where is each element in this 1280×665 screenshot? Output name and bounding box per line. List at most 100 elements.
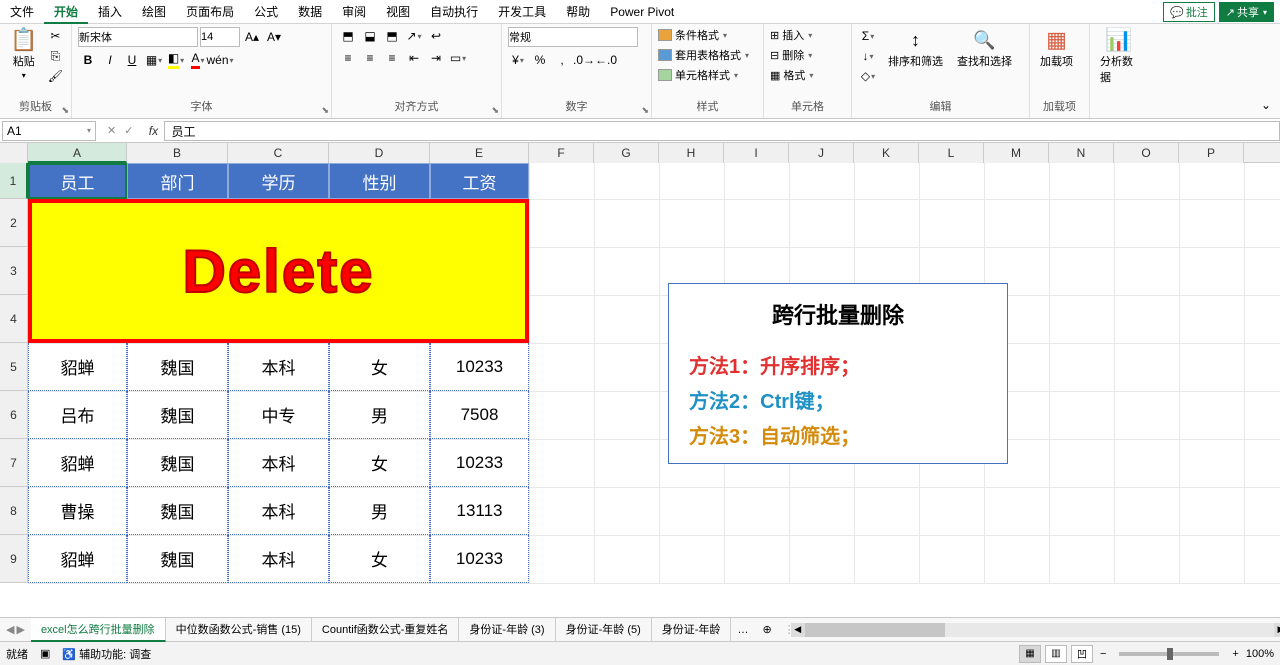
tab-formulas[interactable]: 公式 (244, 0, 288, 24)
increase-font-button[interactable]: A▴ (242, 28, 262, 46)
table-header-cell[interactable]: 部门 (127, 163, 228, 199)
align-top-button[interactable]: ⬒ (338, 27, 358, 45)
formula-input[interactable]: 员工 (164, 121, 1280, 141)
data-cell[interactable]: 貂蝉 (28, 343, 127, 391)
merge-cells-button[interactable]: ▭ (448, 49, 468, 67)
sheet-tab[interactable]: 中位数函数公式-销售 (15) (166, 618, 312, 642)
column-header-N[interactable]: N (1049, 143, 1114, 163)
column-header-B[interactable]: B (127, 143, 228, 163)
column-header-H[interactable]: H (659, 143, 724, 163)
data-cell[interactable]: 吕布 (28, 391, 127, 439)
tab-next-button[interactable]: ▶ (16, 623, 24, 636)
table-header-cell[interactable]: 员工 (28, 163, 127, 199)
align-center-button[interactable]: ≡ (360, 49, 380, 67)
tab-help[interactable]: 帮助 (556, 0, 600, 24)
format-cells-button[interactable]: ▦格式 (770, 67, 813, 83)
cut-button[interactable]: ✂ (45, 27, 65, 45)
tab-power-pivot[interactable]: Power Pivot (600, 0, 684, 24)
page-layout-view-button[interactable]: ▥ (1045, 645, 1067, 663)
page-break-view-button[interactable]: 凹 (1071, 645, 1093, 663)
decrease-decimal-button[interactable]: ←.0 (596, 51, 616, 69)
zoom-in-button[interactable]: + (1229, 647, 1241, 661)
alignment-expand[interactable]: ⬊ (491, 105, 499, 116)
collapse-ribbon-button[interactable]: ⌄ (1256, 96, 1276, 114)
data-cell[interactable]: 本科 (228, 487, 329, 535)
clear-button[interactable]: ◇ (858, 67, 878, 85)
percent-button[interactable]: % (530, 51, 550, 69)
data-cell[interactable]: 女 (329, 439, 430, 487)
comments-button[interactable]: 💬批注 (1163, 2, 1215, 22)
column-header-A[interactable]: A (28, 143, 127, 163)
orientation-button[interactable]: ↗ (404, 27, 424, 45)
zoom-level[interactable]: 100% (1246, 648, 1274, 660)
data-cell[interactable]: 男 (329, 487, 430, 535)
column-header-M[interactable]: M (984, 143, 1049, 163)
floating-textbox[interactable]: 跨行批量删除方法1：升序排序；方法2：Ctrl键；方法3：自动筛选； (668, 283, 1008, 464)
analyze-data-button[interactable]: 📊分析数据 (1096, 27, 1142, 87)
fill-color-button[interactable]: ◧ (166, 51, 186, 69)
tab-draw[interactable]: 绘图 (132, 0, 176, 24)
row-header-2[interactable]: 2 (0, 199, 28, 247)
row-header-7[interactable]: 7 (0, 439, 28, 487)
wrap-text-button[interactable]: ↩ (426, 27, 446, 45)
data-cell[interactable]: 男 (329, 391, 430, 439)
italic-button[interactable]: I (100, 51, 120, 69)
zoom-slider[interactable] (1119, 652, 1219, 656)
row-header-9[interactable]: 9 (0, 535, 28, 583)
clipboard-expand[interactable]: ⬊ (61, 105, 69, 116)
increase-indent-button[interactable]: ⇥ (426, 49, 446, 67)
fill-button[interactable]: ↓ (858, 47, 878, 65)
copy-button[interactable]: ⎘ (45, 47, 65, 65)
data-cell[interactable]: 13113 (430, 487, 529, 535)
tab-automate[interactable]: 自动执行 (420, 0, 488, 24)
zoom-out-button[interactable]: − (1097, 647, 1109, 661)
data-cell[interactable]: 貂蝉 (28, 535, 127, 583)
font-expand[interactable]: ⬊ (321, 105, 329, 116)
cell-styles-button[interactable]: 单元格样式 (658, 67, 749, 83)
align-bottom-button[interactable]: ⬒ (382, 27, 402, 45)
increase-decimal-button[interactable]: .0→ (574, 51, 594, 69)
data-cell[interactable]: 7508 (430, 391, 529, 439)
enter-formula-button[interactable]: ✓ (121, 123, 136, 138)
tab-more-button[interactable]: … (731, 624, 754, 636)
row-header-1[interactable]: 1 (0, 163, 28, 199)
format-painter-button[interactable]: 🖌 (45, 67, 65, 85)
column-header-G[interactable]: G (594, 143, 659, 163)
sheet-tab[interactable]: 身份证-年龄 (5) (556, 618, 652, 642)
data-cell[interactable]: 本科 (228, 343, 329, 391)
column-header-E[interactable]: E (430, 143, 529, 163)
font-size-select[interactable] (200, 27, 240, 47)
data-cell[interactable]: 魏国 (127, 391, 228, 439)
tab-review[interactable]: 审阅 (332, 0, 376, 24)
addins-button[interactable]: ▦加载项 (1036, 27, 1077, 71)
currency-button[interactable]: ¥ (508, 51, 528, 69)
data-cell[interactable]: 女 (329, 535, 430, 583)
data-cell[interactable]: 魏国 (127, 487, 228, 535)
row-header-4[interactable]: 4 (0, 295, 28, 343)
data-cell[interactable]: 曹操 (28, 487, 127, 535)
row-header-6[interactable]: 6 (0, 391, 28, 439)
align-middle-button[interactable]: ⬓ (360, 27, 380, 45)
column-header-I[interactable]: I (724, 143, 789, 163)
tab-view[interactable]: 视图 (376, 0, 420, 24)
horizontal-scrollbar[interactable]: ◀ ▶ (805, 623, 1274, 637)
column-header-L[interactable]: L (919, 143, 984, 163)
add-sheet-button[interactable]: ⊕ (754, 623, 779, 636)
cancel-formula-button[interactable]: ✕ (104, 123, 119, 138)
share-button[interactable]: ↗共享▾ (1219, 2, 1274, 22)
tab-developer[interactable]: 开发工具 (488, 0, 556, 24)
column-header-F[interactable]: F (529, 143, 594, 163)
align-left-button[interactable]: ≡ (338, 49, 358, 67)
phonetic-guide-button[interactable]: wén (210, 51, 230, 69)
column-header-J[interactable]: J (789, 143, 854, 163)
number-expand[interactable]: ⬊ (641, 105, 649, 116)
data-cell[interactable]: 本科 (228, 535, 329, 583)
border-button[interactable]: ▦ (144, 51, 164, 69)
select-all-corner[interactable] (0, 143, 28, 163)
row-header-5[interactable]: 5 (0, 343, 28, 391)
sheet-tab[interactable]: Countif函数公式-重复姓名 (312, 618, 460, 642)
accessibility-status[interactable]: ♿ 辅助功能: 调查 (62, 646, 151, 662)
sort-filter-button[interactable]: ↕排序和筛选 (884, 27, 947, 71)
number-format-select[interactable] (508, 27, 638, 47)
data-cell[interactable]: 女 (329, 343, 430, 391)
